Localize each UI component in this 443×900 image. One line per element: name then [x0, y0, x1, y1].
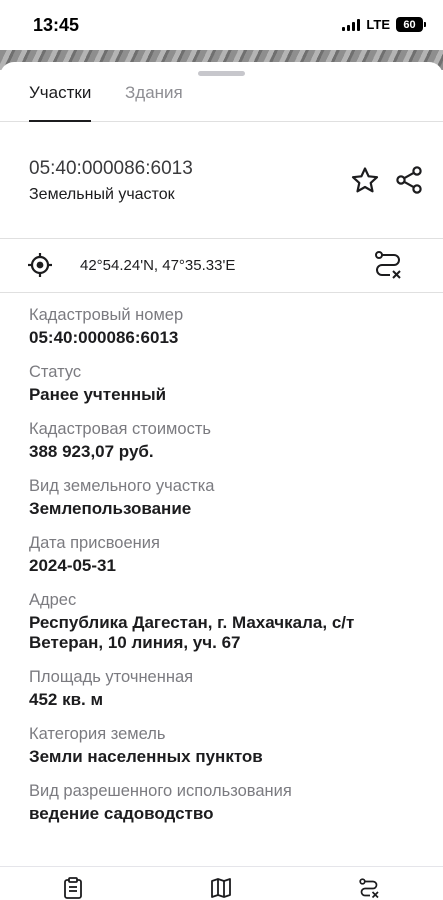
field-status: Статус Ранее учтенный: [29, 362, 429, 405]
tab-bar: Участки Здания: [0, 80, 443, 122]
field-area: Площадь уточненная 452 кв. м: [29, 667, 429, 710]
field-label: Статус: [29, 363, 82, 381]
tab-buildings[interactable]: Здания: [125, 83, 183, 121]
status-time: 13:45: [33, 15, 80, 35]
field-label: Кадастровый номер: [29, 306, 184, 324]
route-cancel-icon[interactable]: [358, 877, 380, 899]
bottom-sheet: Участки Здания 05:40:000086:6013 Земельн…: [0, 62, 443, 900]
field-label: Площадь уточненная: [29, 668, 194, 686]
sheet-grabber-handle[interactable]: [198, 71, 245, 76]
field-land-category: Категория земель Земли населенных пункто…: [29, 724, 429, 767]
field-permitted-use: Вид разрешенного использования ведение с…: [29, 781, 429, 824]
parcel-details: Кадастровый номер 05:40:000086:6013 Стат…: [29, 305, 429, 838]
tab-parcels[interactable]: Участки: [29, 83, 92, 122]
field-address: Адрес Республика Дагестан, г. Махачкала,…: [29, 590, 429, 653]
parcel-type: Земельный участок: [29, 186, 175, 203]
coordinates-text[interactable]: 42°54.24'N, 47°35.33'E: [80, 257, 235, 274]
field-cadastral-number: Кадастровый номер 05:40:000086:6013: [29, 305, 429, 348]
field-value: Республика Дагестан, г. Махачкала, с/т В…: [29, 613, 355, 652]
map-icon[interactable]: [210, 877, 232, 899]
parcel-cadastral-number: 05:40:000086:6013: [29, 158, 193, 179]
battery-icon: 60: [396, 17, 426, 32]
network-type: LTE: [366, 17, 390, 32]
field-label: Дата присвоения: [29, 534, 160, 552]
status-bar: 13:45 LTE 60: [0, 0, 443, 50]
field-value: Ранее учтенный: [29, 385, 167, 404]
field-label: Адрес: [29, 591, 77, 609]
field-value: 05:40:000086:6013: [29, 328, 179, 347]
field-label: Кадастровая стоимость: [29, 420, 211, 438]
field-label: Категория земель: [29, 725, 166, 743]
clipboard-list-icon[interactable]: [62, 877, 84, 899]
field-label: Вид земельного участка: [29, 477, 215, 495]
star-icon[interactable]: [349, 165, 381, 197]
field-value: 388 923,07 руб.: [29, 442, 154, 461]
bottom-toolbar: [0, 866, 443, 900]
field-value: 2024-05-31: [29, 556, 116, 575]
divider: [0, 292, 443, 293]
battery-level: 60: [403, 18, 416, 31]
field-cadastral-value: Кадастровая стоимость 388 923,07 руб.: [29, 419, 429, 462]
field-value: 452 кв. м: [29, 690, 104, 709]
share-icon[interactable]: [393, 164, 425, 196]
status-indicators: LTE 60: [342, 17, 426, 32]
field-parcel-kind: Вид земельного участка Землепользование: [29, 476, 429, 519]
signal-icon: [342, 18, 361, 31]
field-value: Земли населенных пунктов: [29, 747, 263, 766]
field-label: Вид разрешенного использования: [29, 782, 292, 800]
field-assignment-date: Дата присвоения 2024-05-31: [29, 533, 429, 576]
field-value: Землепользование: [29, 499, 192, 518]
route-cancel-icon[interactable]: [373, 249, 403, 281]
location-target-icon[interactable]: [27, 252, 53, 278]
field-value: ведение садоводство: [29, 804, 214, 823]
